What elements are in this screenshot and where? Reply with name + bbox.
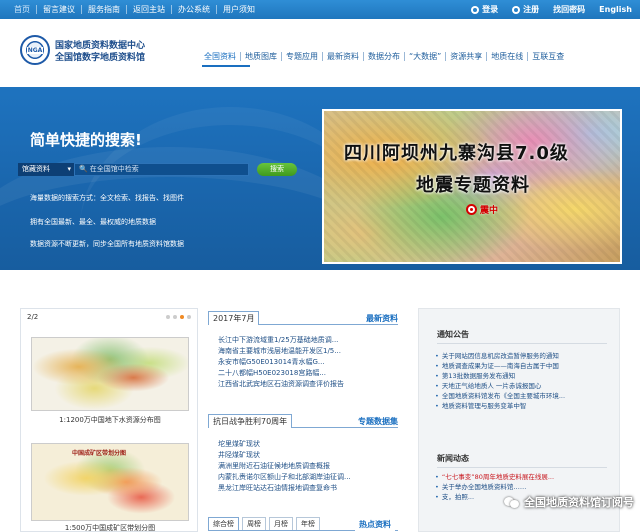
latest-data-header: 2017年7月 最新资料 [208, 311, 398, 325]
main-nav: 全国资料 地质图库 专题应用 最新资料 数据分布 “大数据” 资源共享 地质在线… [200, 52, 568, 61]
earthquake-promo-banner[interactable]: 四川阿坝州九寨沟县7.0级 地震专题资料 震中 [322, 109, 622, 264]
tab-weekly[interactable]: 周榜 [242, 517, 266, 530]
nav-item-latest-data[interactable]: 最新资料 [323, 52, 364, 61]
special-dataset-more-link[interactable]: 专题数据集 [358, 416, 398, 427]
site-title: 国家地质资料数据中心 全国馆数字地质资料馆 [55, 40, 145, 64]
list-item[interactable]: 地质资料管理与服务变革中智 [435, 401, 615, 411]
notices-list: 关于网站因信息机房改造暂停服务的通知 地质调查成果为证——南海自古属于中国 第1… [435, 351, 615, 411]
english-link[interactable]: English [599, 5, 632, 14]
nav-item-big-data[interactable]: “大数据” [405, 52, 447, 61]
map-caption[interactable]: 1:1200万中国地下水资源分布图 [21, 415, 199, 425]
site-logo[interactable]: NGA [20, 35, 50, 65]
list-item[interactable]: 地质调查成果为证——南海自古属于中国 [435, 361, 615, 371]
ranking-tabs: 综合榜 周榜 月榜 年榜 热点资料 [208, 517, 398, 531]
login-link[interactable]: 登录 [471, 4, 498, 15]
list-item[interactable]: 关于网站因信息机房改造暂停服务的通知 [435, 351, 615, 361]
nav-item-data-distribution[interactable]: 数据分布 [364, 52, 405, 61]
search-icon: 🔍 [79, 165, 88, 173]
site-title-line1: 国家地质资料数据中心 [55, 41, 146, 51]
search-bar: 馆藏资料 🔍在全国馆中检索 搜索 [18, 163, 298, 176]
list-item[interactable]: 井陉煤矿现状 [218, 450, 388, 461]
list-item[interactable]: 第13批数据服务发布通知 [435, 371, 615, 381]
data-lists: 2017年7月 最新资料 长江中下游流域重1/25万基础地质调... 海南省主要… [208, 308, 398, 532]
forgot-password-link[interactable]: 找回密码 [553, 4, 585, 15]
epicenter-marker: 震中 [466, 203, 498, 216]
pager-dot[interactable] [166, 315, 170, 319]
hot-data-more-link[interactable]: 热点资料 [355, 518, 395, 531]
wechat-watermark: 全国地质资料馆订阅号 [504, 494, 634, 510]
special-dataset-header: 抗日战争胜利70周年 专题数据集 [208, 414, 398, 428]
divider [437, 343, 607, 344]
top-link-main-site[interactable]: 返回主站 [127, 5, 172, 14]
tab-yearly[interactable]: 年榜 [296, 517, 320, 530]
nav-item-special-apps[interactable]: 专题应用 [282, 52, 323, 61]
list-item[interactable]: 二十八都幅H50E023018宫路幅... [218, 368, 388, 379]
register-link[interactable]: 注册 [512, 4, 539, 15]
banner-title: 简单快捷的搜索! [30, 131, 142, 149]
gallery-pager [166, 315, 191, 319]
wechat-icon [504, 495, 520, 509]
map-heading: 中国成矿区带划分图 [72, 450, 127, 457]
feature-text: 数据资源不断更新，同步全国所有地质资料馆数据 [30, 240, 184, 248]
top-link-service-guide[interactable]: 服务指南 [82, 5, 127, 14]
list-item[interactable]: 黑龙江岸旺站达石油情报地调查复命书 [218, 483, 388, 494]
list-item[interactable]: 全国地质资料馆发布《全国主要城市环境... [435, 391, 615, 401]
hero-banner: 简单快捷的搜索! 馆藏资料 🔍在全国馆中检索 搜索 海量数据的搜索方式：全文检索… [0, 87, 640, 270]
list-item[interactable]: 天地正气给地质人 一片赤诚报国心 [435, 381, 615, 391]
tab-monthly[interactable]: 月榜 [269, 517, 293, 530]
register-icon [512, 5, 521, 14]
top-link-user-notice[interactable]: 用户须知 [217, 5, 261, 14]
list-item[interactable]: 永安市幅G50E013014青水幅G... [218, 357, 388, 368]
nav-active-underline [202, 65, 250, 67]
nav-item-national-data[interactable]: 全国资料 [200, 52, 241, 61]
top-link-home[interactable]: 首页 [8, 5, 37, 14]
list-item[interactable]: 内蒙扎赉诺尔区额山子和北部湖岸油征调... [218, 472, 388, 483]
nav-item-geology-online[interactable]: 地质在线 [487, 52, 529, 61]
list-item[interactable]: 江西省北武宾地区石油资源调查评价报告 [218, 379, 388, 390]
news-title: 新闻动态 [437, 454, 469, 463]
map-caption[interactable]: 1:500万中国成矿区带划分图 [21, 523, 199, 532]
pager-dot-active[interactable] [180, 315, 184, 319]
user-icon [471, 5, 480, 14]
site-header: NGA 国家地质资料数据中心 全国馆数字地质资料馆 全国资料 地质图库 专题应用… [0, 19, 640, 87]
list-item[interactable]: 海南省主要城市浅层地温能开发区1/5... [218, 346, 388, 357]
nav-item-resource-sharing[interactable]: 资源共享 [446, 52, 488, 61]
groundwater-map-image[interactable] [31, 337, 189, 411]
list-item[interactable]: 满洲里附近石油征候地地质调查概报 [218, 461, 388, 472]
promo-title-line1: 四川阿坝州九寨沟县7.0级 [344, 143, 569, 164]
gallery-counter: 2/2 [27, 313, 39, 321]
search-input[interactable]: 🔍 在全国馆中检索 [74, 163, 249, 176]
top-bar: 首页 留言建议 服务指南 返回主站 办公系统 用户须知 登录 注册 找回密码 E… [0, 0, 640, 19]
feature-text: 海量数据的搜索方式：全文检索、找报告、找图件 [30, 194, 184, 202]
list-item[interactable]: 长江中下游流域重1/25万基础地质调... [218, 335, 388, 346]
tab-month[interactable]: 2017年7月 [208, 311, 260, 325]
account-links: 登录 注册 找回密码 English [471, 0, 632, 19]
list-item[interactable]: “七七事变”80周年地质史料展在线展... [435, 472, 615, 482]
feature-text: 拥有全国最新、最全、最权威的地质数据 [30, 218, 156, 226]
nav-item-interconnect[interactable]: 互联互查 [528, 52, 568, 61]
nav-item-map-library[interactable]: 地质图库 [241, 52, 282, 61]
promo-title-line2: 地震专题资料 [416, 175, 530, 196]
notices-title: 通知公告 [437, 330, 469, 339]
pager-dot[interactable] [187, 315, 191, 319]
divider [437, 467, 607, 468]
latest-data-list: 长江中下游流域重1/25万基础地质调... 海南省主要城市浅层地温能开发区1/5… [218, 335, 388, 390]
top-link-office-system[interactable]: 办公系统 [172, 5, 217, 14]
site-title-line2: 全国馆数字地质资料馆 [55, 53, 146, 63]
search-scope-select[interactable]: 馆藏资料 [18, 163, 74, 176]
pager-dot[interactable] [173, 315, 177, 319]
special-dataset-list: 坨里煤矿现状 井陉煤矿现状 满洲里附近石油征候地地质调查概报 内蒙扎赉诺尔区额山… [218, 439, 388, 494]
list-item[interactable]: 坨里煤矿现状 [218, 439, 388, 450]
latest-data-more-link[interactable]: 最新资料 [366, 313, 398, 324]
top-links: 首页 留言建议 服务指南 返回主站 办公系统 用户须知 [0, 5, 261, 14]
search-button[interactable]: 搜索 [257, 163, 297, 176]
epicenter-icon [466, 204, 477, 215]
tab-overall[interactable]: 综合榜 [208, 517, 239, 530]
mineral-belt-map-image[interactable]: 中国成矿区带划分图 [31, 443, 189, 521]
tab-anniversary[interactable]: 抗日战争胜利70周年 [208, 414, 293, 428]
top-link-feedback[interactable]: 留言建议 [37, 5, 82, 14]
list-item[interactable]: 关于举办全国地质资料馆…… [435, 482, 615, 492]
map-gallery: 2/2 1:1200万中国地下水资源分布图 中国成矿区带划分图 1:500万中国… [20, 308, 198, 532]
